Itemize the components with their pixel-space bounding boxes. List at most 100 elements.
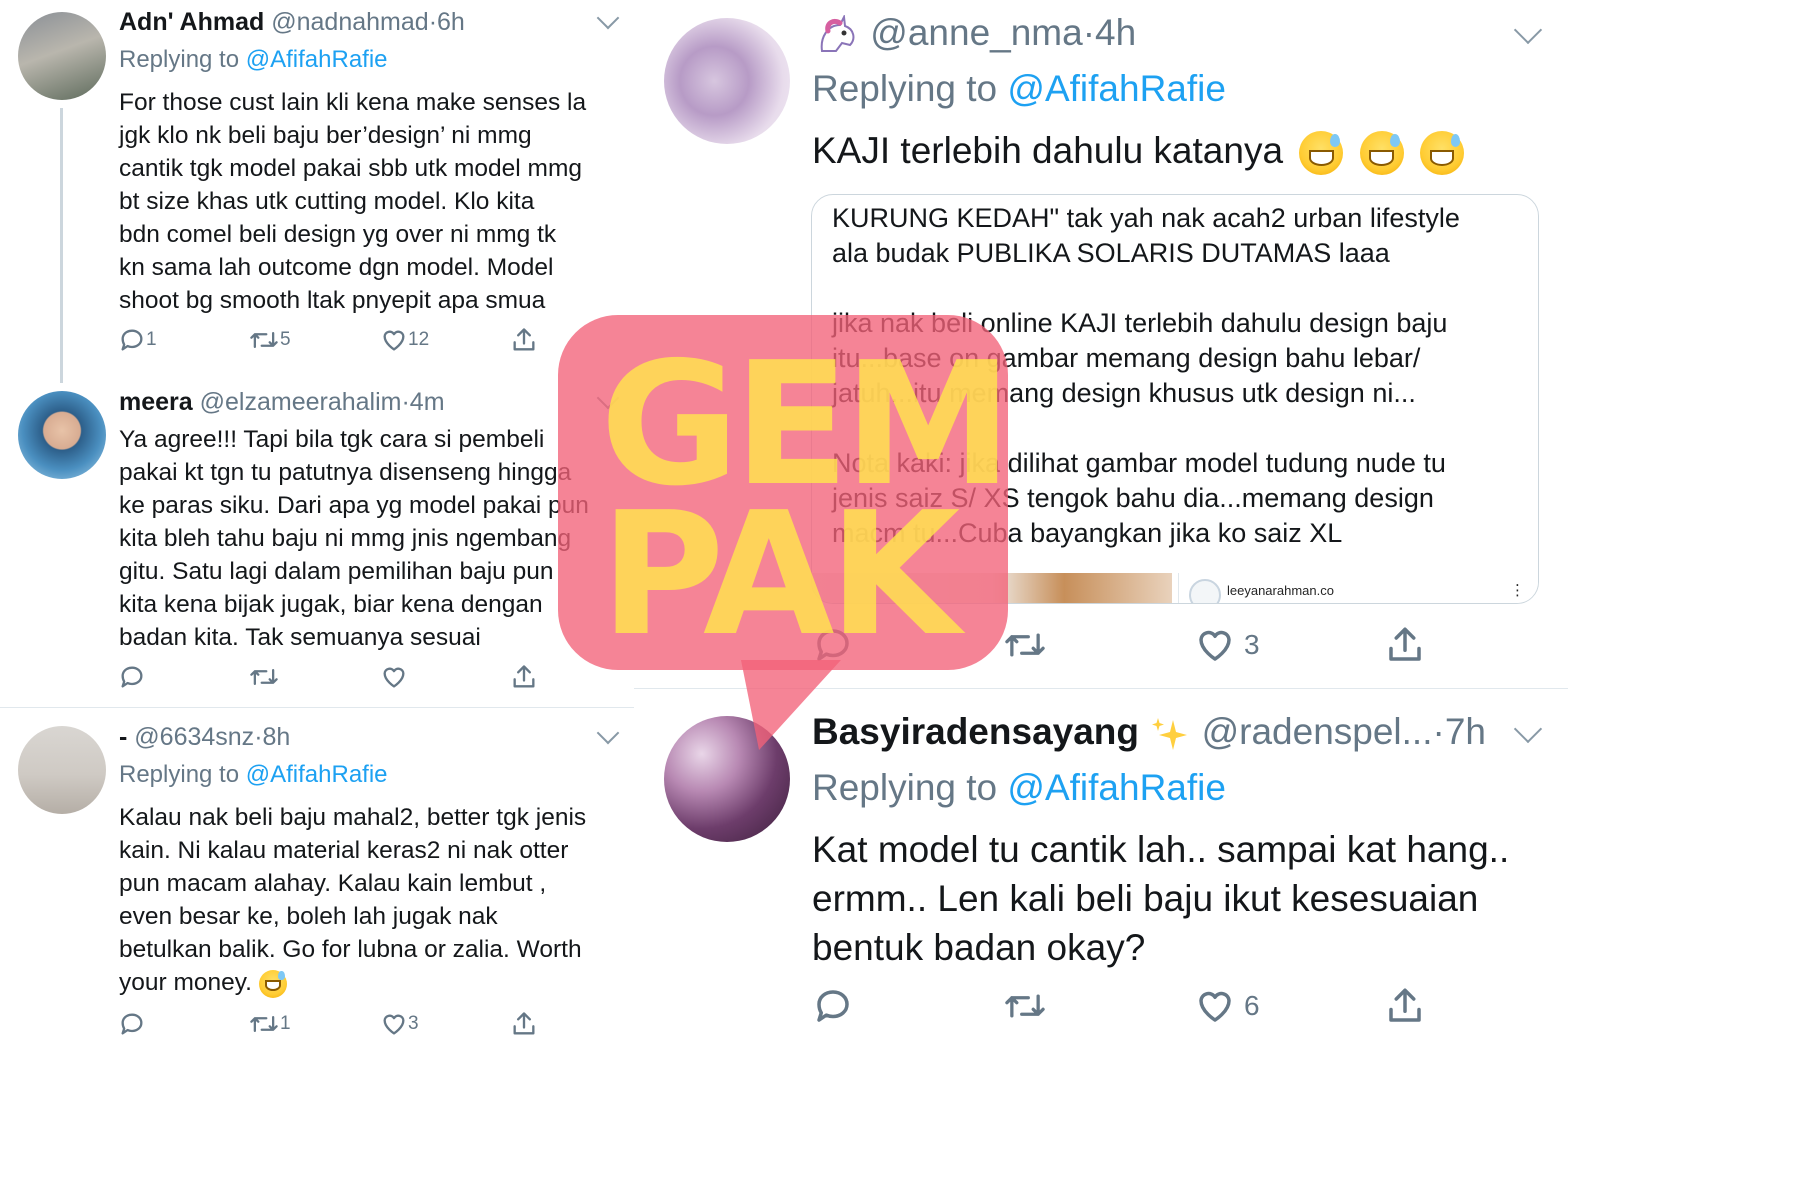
text-line: even besar ke, boleh lah jugak nak (119, 903, 498, 930)
mention-link[interactable]: @AfifahRafie (1007, 68, 1226, 109)
tweet-text: Ya agree!!! Tapi bila tgk cara si pembel… (119, 423, 629, 654)
reply-button[interactable]: 1 (118, 326, 248, 354)
tweet-actions: 1 5 12 (118, 326, 550, 354)
text-line: kita kena bijak jugak, biar kena dengan (119, 591, 543, 618)
quote-account-name[interactable]: leeyanarahman.co (1227, 583, 1334, 598)
timestamp[interactable]: 4h (1095, 12, 1136, 53)
replying-prefix: Replying to (119, 46, 246, 73)
watermark-logo: GEM PAK (600, 340, 1013, 660)
text-line: bdn comel beli design yg over ni mmg tk (119, 221, 557, 248)
more-icon[interactable]: ⋮ (1510, 581, 1525, 599)
heart-icon (1199, 991, 1231, 1022)
tweet-nadnahmad[interactable]: Adn' Ahmad @nadnahmad·6h Replying to @Af… (0, 0, 634, 385)
display-name[interactable]: meera (119, 388, 193, 416)
user-handle[interactable]: @anne_nma (870, 12, 1082, 53)
share-icon (1389, 988, 1421, 1022)
like-button[interactable]: 6 (1194, 985, 1384, 1027)
avatar[interactable] (18, 726, 106, 814)
timestamp[interactable]: 4m (410, 388, 445, 416)
separator-dot: · (428, 8, 438, 36)
chevron-down-icon[interactable] (596, 6, 620, 30)
tweet-text: For those cust lain kli kena make senses… (119, 86, 629, 317)
retweet-button[interactable] (1002, 624, 1194, 666)
retweet-button[interactable] (248, 663, 380, 691)
sparkles-icon (1152, 718, 1188, 751)
display-name[interactable]: Basyiradensayang (812, 711, 1139, 752)
like-count: 3 (408, 1013, 419, 1034)
share-button[interactable] (510, 326, 550, 354)
separator-dot: · (254, 723, 263, 751)
reply-button[interactable] (812, 985, 1002, 1027)
heart-icon (383, 667, 405, 688)
share-icon (513, 1012, 535, 1035)
share-icon (513, 328, 535, 351)
timestamp[interactable]: 8h (263, 723, 291, 751)
sweat-smile-emoji (258, 969, 287, 998)
avatar[interactable] (664, 18, 790, 144)
avatar[interactable] (18, 12, 106, 100)
text-line-content: your money. (119, 969, 252, 996)
tweet-text-content: KAJI terlebih dahulu katanya (812, 130, 1284, 171)
text-line: Kat model tu cantik lah.. sampai kat han… (812, 829, 1510, 870)
share-button[interactable] (1384, 985, 1434, 1027)
avatar[interactable] (18, 391, 106, 479)
retweet-icon (250, 669, 278, 685)
retweet-icon (250, 331, 278, 348)
heart-icon (383, 330, 405, 351)
reply-icon (817, 990, 849, 1022)
replying-to: Replying to @AfifahRafie (812, 68, 1226, 110)
tweet-header: Adn' Ahmad @nadnahmad·6h (119, 8, 465, 37)
reply-icon (121, 329, 143, 351)
like-button[interactable]: 3 (1194, 624, 1384, 666)
like-button[interactable] (380, 663, 510, 691)
tweet-header: Basyiradensayang @radenspel...·7h (812, 711, 1486, 754)
mention-link[interactable]: @AfifahRafie (246, 761, 388, 788)
share-button[interactable] (1384, 624, 1434, 666)
like-button[interactable]: 3 (380, 1010, 510, 1038)
share-button[interactable] (510, 663, 550, 691)
chevron-down-icon[interactable] (596, 721, 620, 745)
text-line: bentuk badan okay? (812, 927, 1146, 968)
display-name[interactable]: - (119, 723, 127, 751)
text-line: shoot bg smooth ltak pnyepit apa smua (119, 287, 546, 314)
user-handle[interactable]: @elzameerahalim (200, 388, 402, 416)
tweet-6634snz[interactable]: - @6634snz·8h Replying to @AfifahRafie K… (0, 708, 634, 1049)
user-handle[interactable]: @6634snz (134, 723, 254, 751)
text-line: kain. Ni kalau material keras2 ni nak ot… (119, 837, 569, 864)
retweet-button[interactable] (1002, 985, 1194, 1027)
share-button[interactable] (510, 1010, 550, 1038)
reply-button[interactable] (118, 663, 248, 691)
text-line: bt size khas utk cutting model. Klo kita (119, 188, 535, 215)
tweet-elzameerahalim[interactable]: meera @elzameerahalim·4m Ya agree!!! Tap… (0, 385, 634, 705)
chevron-down-icon[interactable] (1513, 15, 1543, 45)
retweet-button[interactable]: 1 (248, 1010, 380, 1038)
quote-line: ala budak PUBLIKA SOLARIS DUTAMAS laaa (832, 238, 1390, 268)
tweet-text: Kat model tu cantik lah.. sampai kat han… (812, 825, 1509, 972)
text-line: kn sama lah outcome dgn model. Model (119, 254, 554, 281)
like-count: 3 (1244, 629, 1260, 660)
sparkles-emoji (1149, 714, 1191, 754)
user-handle[interactable]: @nadnahmad (271, 8, 428, 36)
sweat-smile-emoji (1359, 131, 1404, 176)
mention-link[interactable]: @AfifahRafie (246, 46, 388, 73)
display-name[interactable]: Adn' Ahmad (119, 8, 264, 36)
retweet-count: 5 (280, 329, 291, 350)
heart-icon (383, 1014, 405, 1035)
user-handle[interactable]: @radenspel... (1202, 711, 1433, 752)
text-line: Kalau nak beli baju mahal2, better tgk j… (119, 804, 587, 831)
like-button[interactable]: 12 (380, 326, 510, 354)
mention-link[interactable]: @AfifahRafie (1007, 767, 1226, 808)
timestamp[interactable]: 6h (437, 8, 465, 36)
unicorn-icon (820, 13, 855, 53)
separator-dot: · (1432, 711, 1445, 752)
replying-to: Replying to @AfifahRafie (812, 767, 1226, 809)
retweet-button[interactable]: 5 (248, 326, 380, 354)
replying-prefix: Replying to (812, 68, 1008, 109)
reply-button[interactable] (118, 1010, 248, 1038)
chevron-down-icon[interactable] (1513, 714, 1543, 744)
text-line: your money. (119, 966, 629, 999)
reply-icon (121, 666, 143, 688)
timestamp[interactable]: 7h (1445, 711, 1486, 752)
quote-spacer (832, 271, 1460, 306)
text-line: gitu. Satu lagi dalam pemilihan baju pun (119, 558, 554, 585)
